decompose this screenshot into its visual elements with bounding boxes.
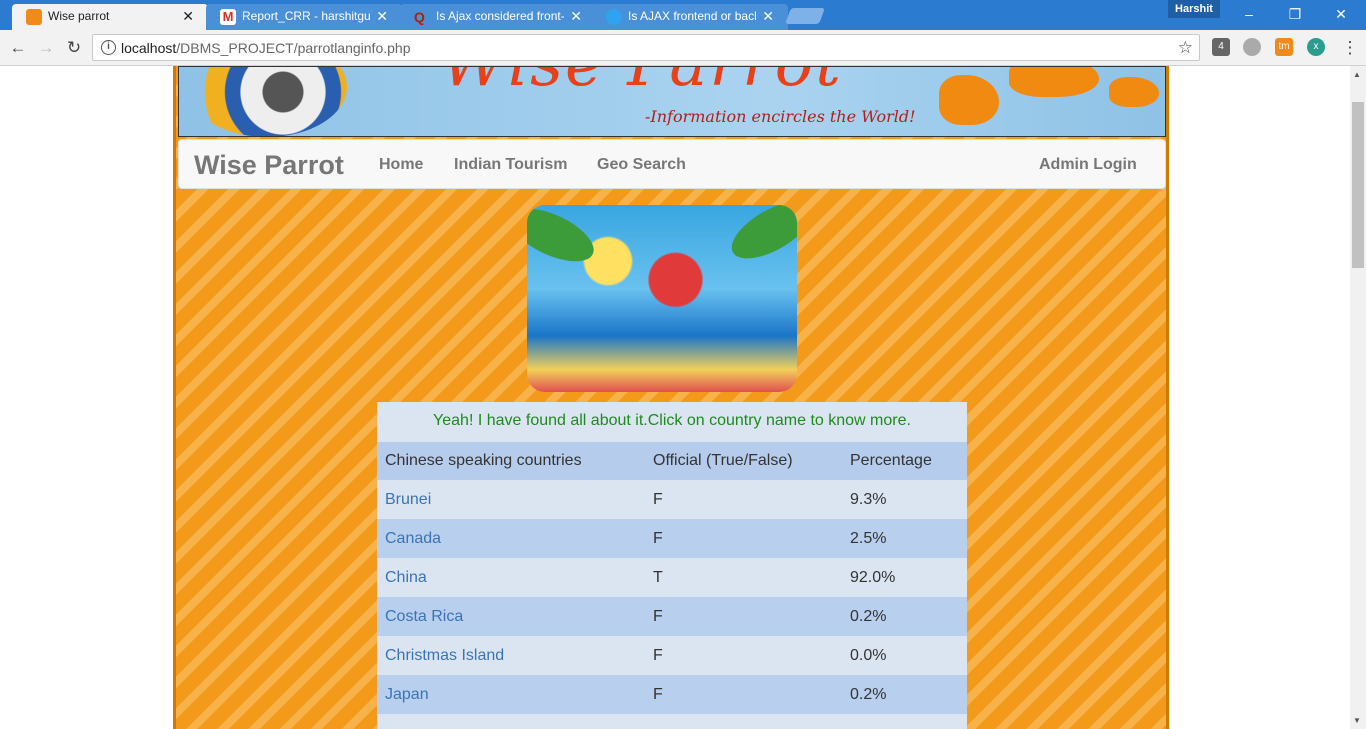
official-cell: F: [645, 597, 842, 636]
table-row: [377, 714, 967, 729]
tab-quora-ajax[interactable]: Q Is Ajax considered front- ✕: [400, 4, 596, 30]
table-row: Canada F 2.5%: [377, 519, 967, 558]
chat-extension-icon[interactable]: x: [1307, 38, 1325, 56]
page-container: Wise Parrot -Information encircles the W…: [173, 66, 1169, 729]
back-icon[interactable]: ←: [8, 38, 28, 58]
tampermonkey-icon[interactable]: tm: [1275, 38, 1293, 56]
tab-gmail-report[interactable]: M Report_CRR - harshitguj ✕: [206, 4, 402, 30]
nav-admin-login[interactable]: Admin Login: [1039, 156, 1137, 174]
percentage-cell: 0.2%: [842, 597, 967, 636]
close-tab-icon[interactable]: ✕: [762, 8, 774, 24]
vertical-scrollbar[interactable]: ▲ ▼: [1350, 66, 1366, 729]
navbar-brand[interactable]: Wise Parrot: [194, 150, 344, 181]
tab-title: Is AJAX frontend or back: [628, 9, 756, 23]
table-row: Japan F 0.2%: [377, 675, 967, 714]
percentage-cell: 2.5%: [842, 519, 967, 558]
column-header: Percentage: [842, 442, 967, 480]
official-cell: F: [645, 480, 842, 519]
quora-favicon-icon: Q: [414, 9, 425, 25]
forward-icon[interactable]: →: [36, 38, 56, 58]
country-link[interactable]: Brunei: [385, 491, 431, 508]
page-viewport: Wise Parrot -Information encircles the W…: [0, 66, 1350, 729]
scrollbar-thumb[interactable]: [1352, 102, 1364, 268]
percentage-cell: 0.2%: [842, 675, 967, 714]
scroll-up-icon[interactable]: ▲: [1353, 70, 1361, 79]
profile-name[interactable]: Harshit: [1168, 0, 1220, 18]
results-panel: Yeah! I have found all about it.Click on…: [377, 402, 967, 729]
address-bar[interactable]: i localhost/DBMS_PROJECT/parrotlanginfo.…: [92, 34, 1200, 61]
country-link[interactable]: Canada: [385, 530, 441, 547]
extension-icon[interactable]: 4: [1212, 38, 1230, 56]
reload-icon[interactable]: ↻: [64, 38, 84, 58]
percentage-cell: 9.3%: [842, 480, 967, 519]
site-navbar: Wise Parrot Home Indian Tourism Geo Sear…: [178, 139, 1166, 189]
official-cell: F: [645, 636, 842, 675]
tab-title: Report_CRR - harshitguj: [242, 9, 370, 23]
official-cell: [645, 714, 842, 729]
close-window-icon[interactable]: ✕: [1318, 4, 1364, 24]
official-cell: T: [645, 558, 842, 597]
world-map-image: [1109, 77, 1159, 107]
restore-icon[interactable]: ❐: [1272, 4, 1318, 24]
banner-tagline: -Information encircles the World!: [645, 107, 916, 126]
gmail-favicon-icon: M: [220, 9, 236, 25]
column-header: Chinese speaking countries: [377, 442, 645, 480]
banner-logo: Wise Parrot: [441, 67, 843, 101]
world-map-image: [1009, 67, 1099, 97]
extension-circle-icon[interactable]: [1243, 38, 1261, 56]
column-header: Official (True/False): [645, 442, 842, 480]
table-row: Brunei F 9.3%: [377, 480, 967, 519]
parrot-image: [187, 67, 347, 136]
official-cell: F: [645, 675, 842, 714]
percentage-cell: 0.0%: [842, 636, 967, 675]
url-path: /DBMS_PROJECT/parrotlanginfo.php: [176, 40, 411, 56]
bookmark-star-icon[interactable]: ☆: [1178, 38, 1193, 58]
results-message: Yeah! I have found all about it.Click on…: [377, 402, 967, 442]
world-map-image: [939, 75, 999, 125]
table-row: China T 92.0%: [377, 558, 967, 597]
scroll-down-icon[interactable]: ▼: [1353, 716, 1361, 725]
url-host: localhost: [121, 40, 177, 56]
languages-table: Chinese speaking countries Official (Tru…: [377, 442, 967, 729]
close-tab-icon[interactable]: ✕: [376, 8, 388, 24]
country-link[interactable]: China: [385, 569, 427, 586]
nav-home[interactable]: Home: [379, 156, 423, 174]
percentage-cell: [842, 714, 967, 729]
minimize-icon[interactable]: –: [1226, 4, 1272, 24]
percentage-cell: 92.0%: [842, 558, 967, 597]
extension-badge: 4: [1218, 41, 1224, 52]
close-tab-icon[interactable]: ✕: [182, 8, 194, 24]
parrot-beach-image: [527, 205, 797, 392]
official-cell: F: [645, 519, 842, 558]
xampp-favicon-icon: [26, 9, 42, 25]
url-text[interactable]: localhost/DBMS_PROJECT/parrotlanginfo.ph…: [121, 40, 410, 56]
tab-title: Is Ajax considered front-: [436, 9, 564, 23]
tab-strip: Wise parrot ✕ M Report_CRR - harshitguj …: [0, 0, 1366, 30]
browser-toolbar: ← → ↻ i localhost/DBMS_PROJECT/parrotlan…: [0, 30, 1366, 66]
nav-indian-tourism[interactable]: Indian Tourism: [454, 156, 567, 174]
country-link[interactable]: Japan: [385, 686, 429, 703]
new-tab-button[interactable]: [785, 8, 825, 24]
table-row: Costa Rica F 0.2%: [377, 597, 967, 636]
tab-wise-parrot[interactable]: Wise parrot ✕: [12, 4, 208, 30]
site-banner: Wise Parrot -Information encircles the W…: [178, 66, 1166, 137]
country-link[interactable]: Christmas Island: [385, 647, 504, 664]
nav-geo-search[interactable]: Geo Search: [597, 156, 686, 174]
menu-icon[interactable]: ⋮: [1340, 38, 1360, 58]
tab-title: Wise parrot: [48, 9, 110, 23]
info-icon[interactable]: i: [101, 40, 116, 55]
country-link[interactable]: Costa Rica: [385, 608, 463, 625]
table-row: Christmas Island F 0.0%: [377, 636, 967, 675]
chat-favicon-icon: [606, 9, 622, 25]
extension-badge: x: [1313, 41, 1319, 52]
close-tab-icon[interactable]: ✕: [570, 8, 582, 24]
tab-ajax-frontend[interactable]: Is AJAX frontend or back ✕: [592, 4, 788, 30]
